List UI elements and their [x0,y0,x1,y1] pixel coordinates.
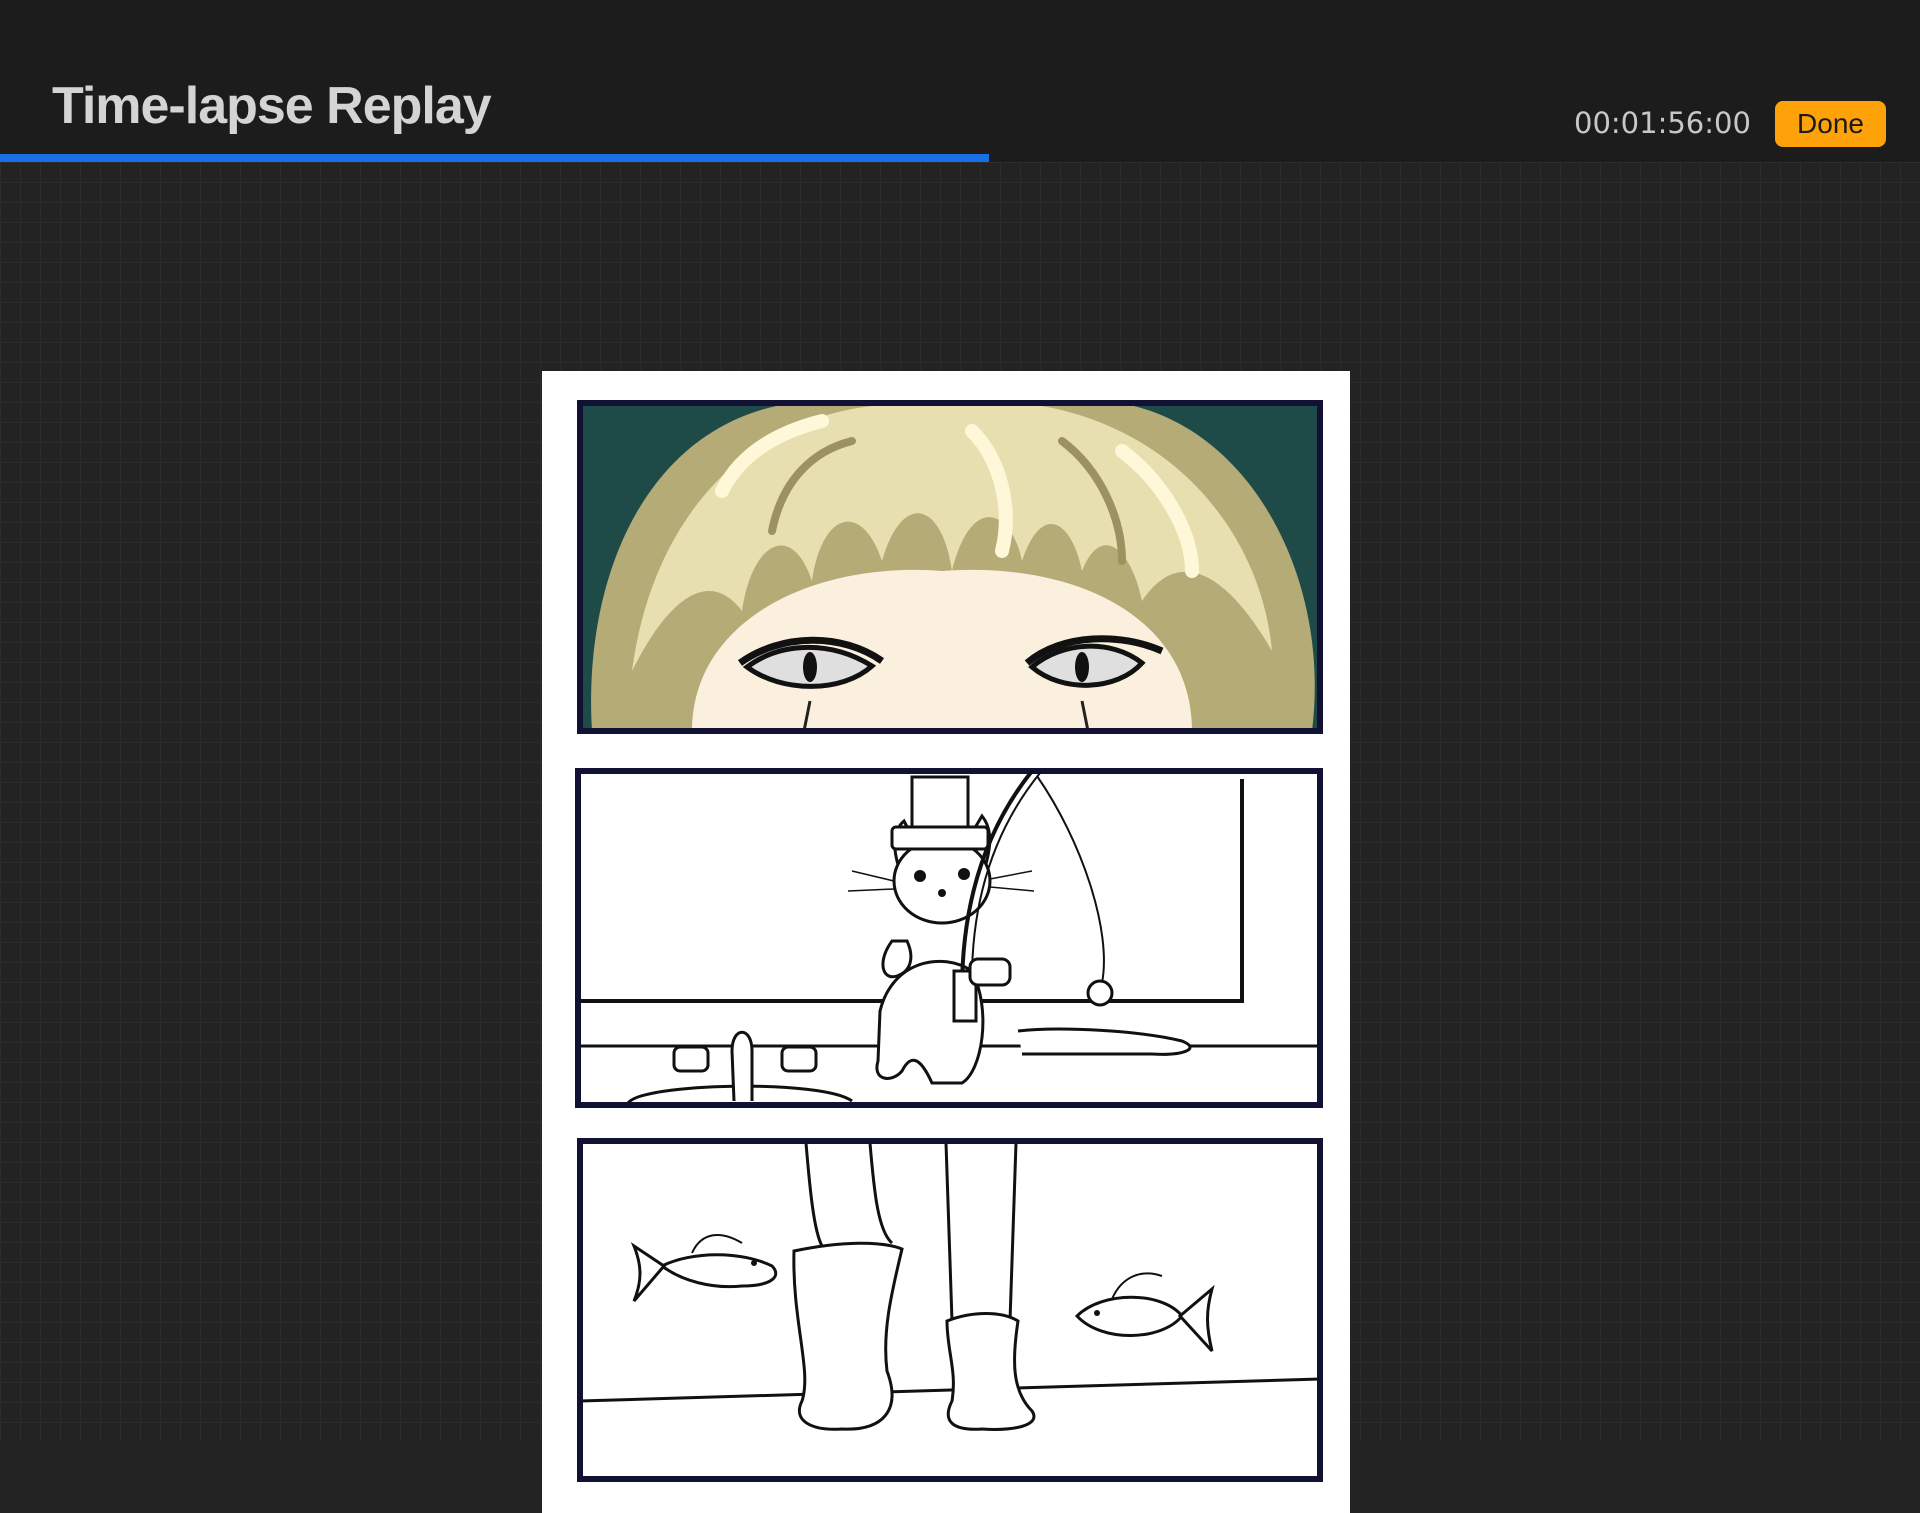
canvas-workspace [0,162,1920,1513]
top-bar: Time-lapse Replay 00:01:56:00 Done [0,0,1920,154]
artwork-canvas [542,371,1350,1513]
page-title: Time-lapse Replay [52,77,492,135]
replay-progress-fill [0,154,989,162]
done-button[interactable]: Done [1775,101,1886,147]
panel-2-cat-fishing [575,768,1323,1108]
panel-3-feet-and-fish [577,1138,1323,1482]
panel-1-face-closeup [577,400,1323,734]
timecode: 00:01:56:00 [1574,106,1751,140]
replay-scrubber[interactable] [0,154,1920,162]
comic-page-artwork [575,400,1323,1482]
